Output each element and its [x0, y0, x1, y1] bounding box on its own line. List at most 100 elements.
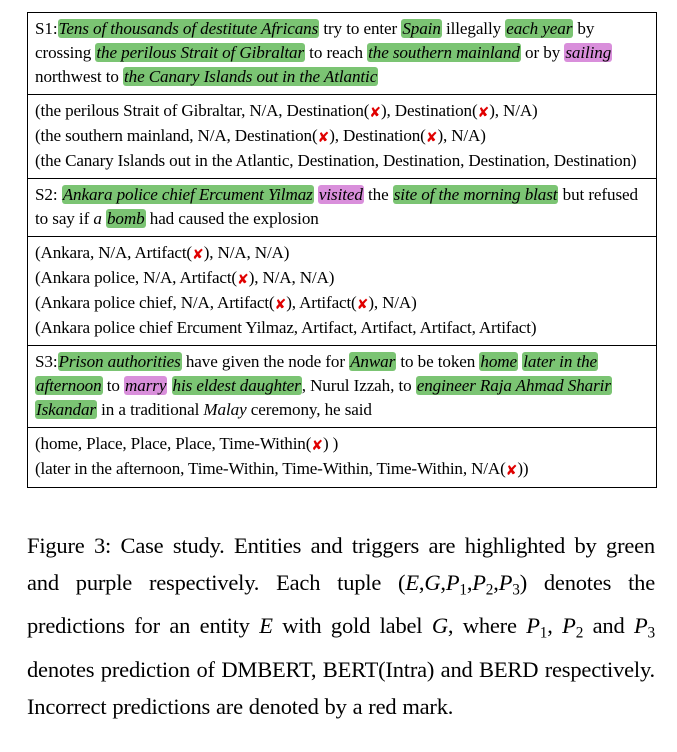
figure-page: S1:Tens of thousands of destitute Africa… [0, 0, 677, 752]
plain-text: ), Artifact( [286, 293, 357, 312]
entity-highlight: the Canary Islands out in the Atlantic [122, 67, 379, 86]
caption-sub-3: 3 [512, 580, 520, 598]
sentence-text: S2: Ankara police chief Ercument Yilmaz … [35, 183, 649, 231]
incorrect-mark-icon: ✘ [317, 129, 330, 146]
plain-text: , Nurul Izzah, to [301, 376, 416, 395]
incorrect-mark-icon: ✘ [356, 296, 369, 313]
incorrect-mark-icon: ✘ [369, 104, 381, 121]
prediction-tuple: (Ankara police chief Ercument Yilmaz, Ar… [35, 316, 649, 340]
caption-text-4: , where [447, 613, 527, 639]
caption-symbol-P3-tuple: P [498, 569, 513, 595]
incorrect-mark-icon: ✘ [236, 271, 249, 288]
prediction-tuples-row: (home, Place, Place, Place, Time-Within(… [28, 428, 656, 487]
sentence-text: S3:Prison authorities have given the nod… [35, 350, 649, 422]
plain-text: ), N/A, N/A) [248, 268, 335, 287]
plain-text: (home, Place, Place, Place, Time-Within( [35, 434, 312, 453]
incorrect-mark-icon: ✘ [477, 104, 490, 121]
plain-text: (the southern mainland, N/A, Destination… [35, 126, 318, 145]
prediction-tuple: (the perilous Strait of Gibraltar, N/A, … [35, 99, 649, 124]
plain-text: (Ankara, N/A, Artifact( [35, 243, 192, 262]
plain-text: northwest to [35, 67, 123, 86]
plain-text: ceremony, he said [246, 400, 372, 419]
caption-symbol-E-tuple: E [405, 569, 419, 595]
plain-text: the [363, 185, 393, 204]
plain-text: (Ankara police chief Ercument Yilmaz, Ar… [35, 318, 537, 337]
sentence-label: S1: [35, 19, 58, 38]
incorrect-mark-icon: ✘ [191, 246, 204, 263]
caption-symbol-P1-tuple: P [445, 569, 460, 595]
entity-highlight: the perilous Strait of Gibraltar [95, 43, 305, 62]
plain-text: in a traditional [96, 400, 204, 419]
sentence-label: S2: [35, 185, 62, 204]
prediction-tuple: (Ankara police chief, N/A, Artifact(✘), … [35, 291, 649, 316]
plain-text: (the perilous Strait of Gibraltar, N/A, … [35, 101, 370, 120]
prediction-tuples-row: (Ankara, N/A, Artifact(✘), N/A, N/A) (Ank… [28, 237, 656, 346]
prediction-tuple: (home, Place, Place, Place, Time-Within(… [35, 432, 649, 457]
plain-text: to be token [396, 352, 480, 371]
entity-highlight: home [479, 352, 519, 371]
plain-text: ), Destination( [381, 101, 478, 120]
plain-text: had caused the explosion [145, 209, 319, 228]
sentence-label: S3: [35, 352, 58, 371]
incorrect-mark-icon: ✘ [274, 296, 287, 313]
entity-highlight: Tens of thousands of destitute Africans [57, 19, 320, 38]
plain-text: to reach [305, 43, 368, 62]
plain-text: ), N/A, N/A) [203, 243, 290, 262]
entity-highlight: site of the morning blast [392, 185, 559, 204]
prediction-tuple: (Ankara, N/A, Artifact(✘), N/A, N/A) [35, 241, 649, 266]
case-study-table: S1:Tens of thousands of destitute Africa… [27, 12, 657, 488]
plain-text: ) ) [322, 434, 339, 453]
entity-highlight: Ankara police chief Ercument Yilmaz [61, 185, 314, 204]
trigger-highlight: visited [317, 185, 364, 204]
plain-text: ), N/A) [368, 293, 417, 312]
caption-text-6: denotes prediction of DMBERT, BERT(Intra… [27, 657, 655, 719]
trigger-highlight: marry [124, 376, 168, 395]
caption-symbol-P2: P [562, 613, 576, 639]
plain-text: or by [520, 43, 565, 62]
sentence-row: S1:Tens of thousands of destitute Africa… [28, 13, 656, 95]
figure-caption: Figure 3: Case study. Entities and trigg… [27, 533, 656, 719]
caption-text-3: with gold label [272, 613, 432, 639]
incorrect-mark-icon: ✘ [425, 129, 438, 146]
caption-symbol-G-tuple: G [424, 569, 441, 595]
entity-highlight: the southern mainland [367, 43, 521, 62]
caption-sub-1: 1 [459, 580, 467, 598]
caption-sub-3b: 3 [647, 624, 656, 642]
sentence-text: S1:Tens of thousands of destitute Africa… [35, 17, 649, 89]
entity-highlight: Prison authorities [57, 352, 182, 371]
prediction-tuple: (the southern mainland, N/A, Destination… [35, 124, 649, 149]
plain-text: )) [517, 459, 529, 478]
plain-text: illegally [441, 19, 506, 38]
plain-text: ), N/A) [437, 126, 486, 145]
caption-sub-1b: 1 [539, 624, 548, 642]
incorrect-mark-icon: ✘ [505, 462, 518, 479]
plain-text: to [102, 376, 125, 395]
prediction-tuple: (Ankara police, N/A, Artifact(✘), N/A, N… [35, 266, 649, 291]
entity-highlight: bomb [105, 209, 146, 228]
sentence-row: S2: Ankara police chief Ercument Yilmaz … [28, 179, 656, 237]
prediction-tuple: (the Canary Islands out in the Atlantic,… [35, 149, 649, 173]
plain-text: have given the node for [181, 352, 350, 371]
plain-text: try to enter [319, 19, 402, 38]
plain-text: (the Canary Islands out in the Atlantic,… [35, 151, 637, 170]
plain-text: (Ankara police chief, N/A, Artifact( [35, 293, 275, 312]
prediction-tuples-row: (the perilous Strait of Gibraltar, N/A, … [28, 95, 656, 179]
caption-figure-number: Figure 3: [27, 533, 112, 558]
caption-symbol-P1: P [526, 613, 540, 639]
incorrect-mark-icon: ✘ [311, 437, 323, 454]
entity-highlight: each year [505, 19, 574, 38]
entity-highlight: Anwar [349, 352, 397, 371]
plain-text: ), Destination( [329, 126, 426, 145]
plain-text: (Ankara police, N/A, Artifact( [35, 268, 237, 287]
caption-sub-2: 2 [485, 580, 494, 598]
plain-text: (later in the afternoon, Time-Within, Ti… [35, 459, 506, 478]
italic-text: a [93, 209, 106, 228]
plain-text [167, 376, 171, 395]
caption-symbol-E: E [259, 613, 273, 639]
prediction-tuple: (later in the afternoon, Time-Within, Ti… [35, 457, 649, 482]
caption-symbol-P3: P [634, 613, 648, 639]
trigger-highlight: sailing [564, 43, 613, 62]
caption-text-5: and [583, 613, 634, 639]
plain-text: ), N/A) [489, 101, 538, 120]
italic-text: Malay [203, 400, 247, 419]
